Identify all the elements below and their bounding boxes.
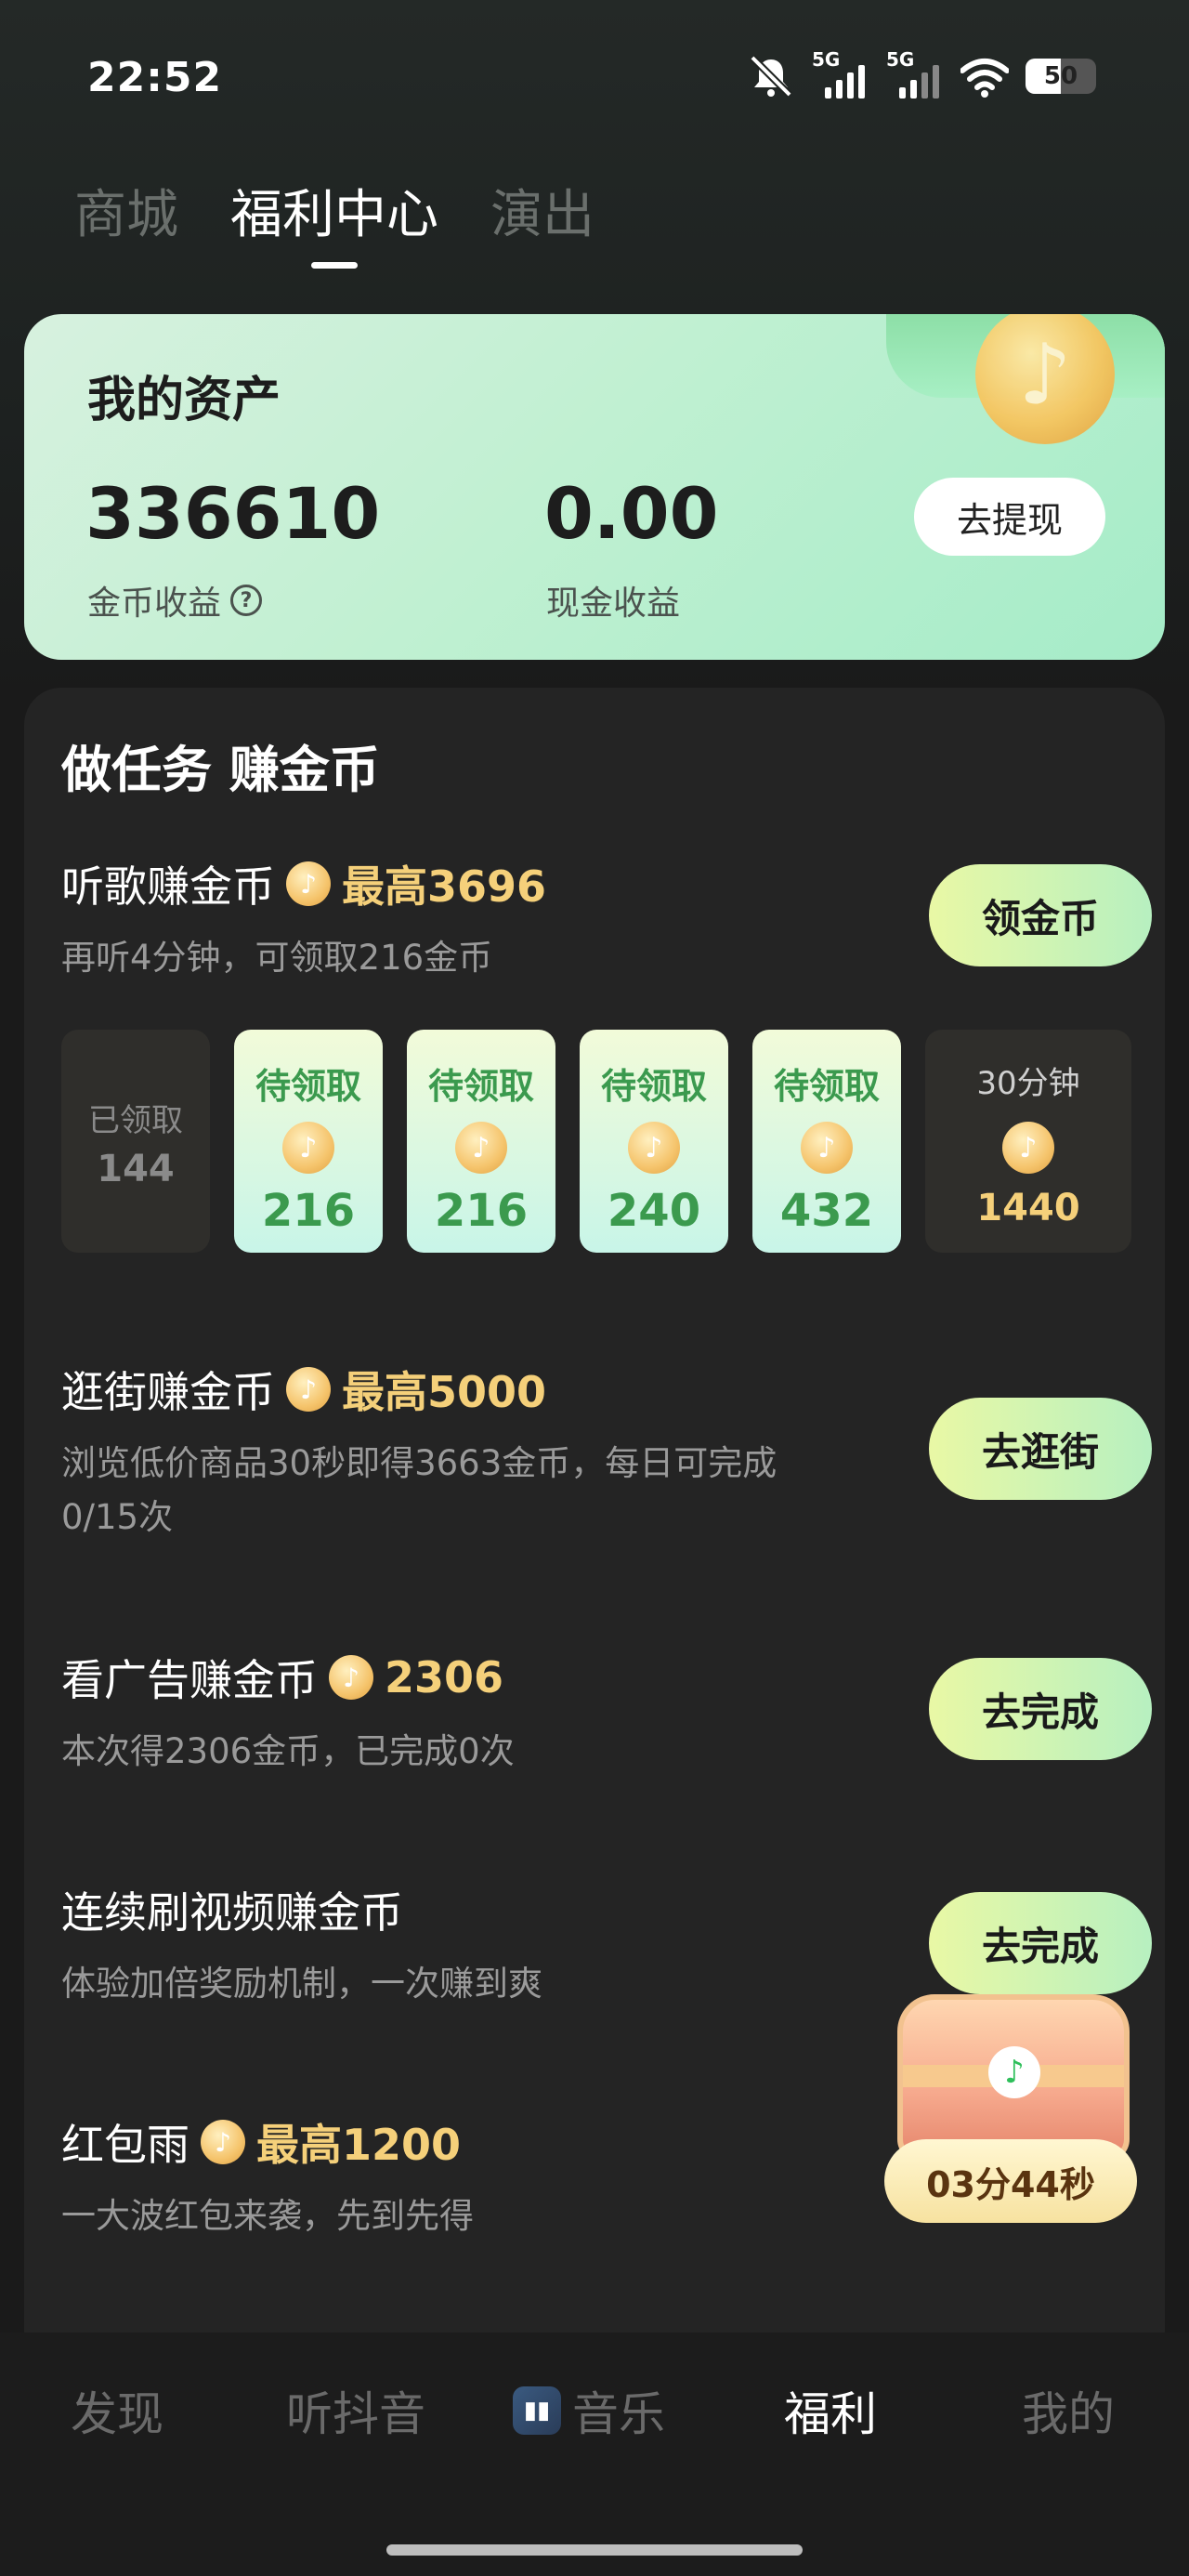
music-app-icon: ▮▮ <box>513 2386 561 2435</box>
task-listen-subtitle: 再听4分钟，可领取216金币 <box>61 938 493 978</box>
task-ads-reward: 2306 <box>385 1652 504 1702</box>
task-redpack-subtitle: 一大波红包来袭，先到先得 <box>61 2196 474 2236</box>
task-redpack-title: 红包雨 <box>61 2120 189 2170</box>
tab-welfare-center[interactable]: 福利中心 <box>230 173 438 248</box>
task-ads-title: 看广告赚金币 <box>61 1655 318 1705</box>
task-shop-subtitle: 浏览低价商品30秒即得3663金币，每日可完成0/15次 <box>61 1443 777 1537</box>
nav-music[interactable]: ▮▮ 音乐 <box>513 2377 665 2444</box>
help-icon[interactable]: ? <box>230 585 263 616</box>
task-shop-reward: 最高5000 <box>342 1367 547 1417</box>
coin-stack-icon: ♪ <box>1002 1122 1054 1174</box>
wifi-icon <box>960 54 1009 99</box>
task-shop-title: 逛街赚金币 <box>61 1367 275 1417</box>
coin-balance-label: 金币收益 ? <box>87 576 263 624</box>
gold-coin-icon: ♪ <box>975 314 1115 444</box>
coin-icon: ♪ <box>628 1122 680 1174</box>
go-shopping-button[interactable]: 去逛街 <box>929 1398 1152 1500</box>
home-indicator[interactable] <box>386 2544 803 2556</box>
treasure-timer: 03分44秒 <box>884 2139 1137 2223</box>
task-listen-reward: 最高3696 <box>342 861 547 912</box>
coin-icon: ♪ <box>282 1122 334 1174</box>
treasure-chest-icon: ♪ <box>897 1994 1130 2162</box>
nav-discover[interactable]: 发现 <box>71 2377 163 2444</box>
status-bar: 22:52 5G 5G 50 <box>0 0 1189 158</box>
progress-step-pending[interactable]: 待领取 ♪ 432 <box>752 1030 901 1253</box>
cash-balance-label: 现金收益 <box>546 585 681 623</box>
task-ads-subtitle: 本次得2306金币，已完成0次 <box>61 1731 515 1771</box>
coin-icon: ♪ <box>455 1122 507 1174</box>
progress-step-future: 30分钟 ♪ 1440 <box>925 1030 1131 1253</box>
claim-coins-button[interactable]: 领金币 <box>929 864 1152 966</box>
status-icons: 5G 5G 50 <box>747 48 1096 99</box>
cash-balance: 0.00 <box>544 472 719 555</box>
mute-icon <box>747 54 795 99</box>
task-heading: 做任务 赚金币 <box>61 741 380 799</box>
progress-step-claimed: 已领取 144 <box>61 1030 210 1253</box>
signal-2-icon: 5G <box>886 48 944 99</box>
complete-ads-button[interactable]: 去完成 <box>929 1658 1152 1760</box>
task-listen-title: 听歌赚金币 <box>61 861 275 912</box>
asset-title: 我的资产 <box>87 361 281 434</box>
clock: 22:52 <box>87 54 223 101</box>
listen-progress: 已领取 144 待领取 ♪ 216 待领取 ♪ 216 待领取 ♪ 240 待领… <box>61 1030 1131 1253</box>
task-video-title: 连续刷视频赚金币 <box>61 1887 403 1938</box>
coin-balance: 336610 <box>85 472 381 555</box>
coin-icon: ♪ <box>201 2120 245 2164</box>
nav-listen-douyin[interactable]: 听抖音 <box>286 2377 425 2444</box>
bottom-nav: 发现 听抖音 ▮▮ 音乐 福利 我的 <box>0 2333 1189 2576</box>
progress-step-pending[interactable]: 待领取 ♪ 216 <box>407 1030 555 1253</box>
music-note-icon: ♪ <box>988 2046 1040 2098</box>
signal-1-icon: 5G <box>812 48 869 99</box>
asset-card: ♪ 我的资产 336610 金币收益 ? 0.00 现金收益 去提现 <box>24 314 1165 660</box>
nav-me[interactable]: 我的 <box>1022 2377 1115 2444</box>
coin-icon: ♪ <box>801 1122 853 1174</box>
nav-welfare[interactable]: 福利 <box>784 2377 877 2444</box>
treasure-chest-widget[interactable]: ♪ 03分44秒 <box>884 1994 1137 2227</box>
top-tabs: 商城 福利中心 演出 <box>74 173 594 248</box>
progress-step-pending[interactable]: 待领取 ♪ 240 <box>580 1030 728 1253</box>
coin-icon: ♪ <box>286 1367 331 1412</box>
task-video-subtitle: 体验加倍奖励机制，一次赚到爽 <box>61 1964 542 2004</box>
coin-icon: ♪ <box>329 1655 373 1700</box>
task-redpack-reward: 最高1200 <box>256 2120 462 2170</box>
withdraw-button[interactable]: 去提现 <box>914 478 1105 556</box>
tab-shows[interactable]: 演出 <box>490 173 594 248</box>
progress-step-pending[interactable]: 待领取 ♪ 216 <box>234 1030 383 1253</box>
battery-icon: 50 <box>1026 59 1096 94</box>
tab-mall[interactable]: 商城 <box>74 173 178 248</box>
complete-video-button[interactable]: 去完成 <box>929 1892 1152 1994</box>
coin-icon: ♪ <box>286 861 331 906</box>
